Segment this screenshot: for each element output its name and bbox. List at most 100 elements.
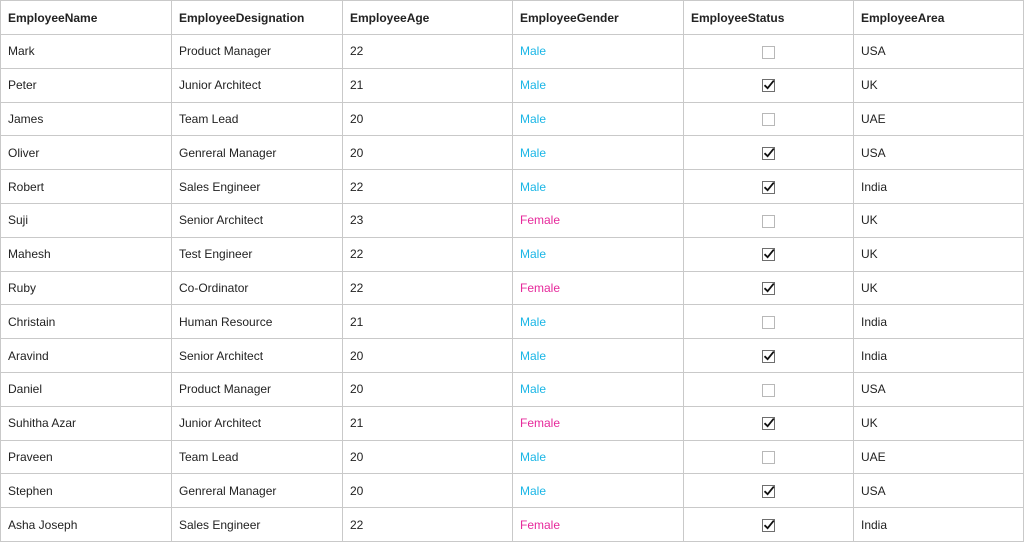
column-header-employee-name[interactable]: EmployeeName	[0, 0, 172, 35]
cell-employee-gender[interactable]: Female	[512, 405, 684, 441]
cell-employee-name[interactable]: Daniel	[0, 371, 172, 407]
table-row[interactable]: Suhitha Azar Junior Architect 21 Female UK	[0, 405, 1024, 441]
cell-employee-designation[interactable]: Human Resource	[171, 304, 343, 340]
cell-employee-name[interactable]: Stephen	[0, 473, 172, 509]
cell-employee-gender[interactable]: Male	[512, 236, 684, 272]
cell-employee-gender[interactable]: Male	[512, 169, 684, 204]
cell-employee-designation[interactable]: Senior Architect	[171, 338, 343, 373]
cell-employee-gender[interactable]: Male	[512, 101, 684, 137]
cell-employee-gender[interactable]: Female	[512, 202, 684, 238]
cell-employee-area[interactable]: UK	[853, 202, 1024, 238]
cell-employee-designation[interactable]: Sales Engineer	[171, 507, 343, 542]
cell-employee-designation[interactable]: Sales Engineer	[171, 169, 343, 204]
cell-employee-designation[interactable]: Genreral Manager	[171, 135, 343, 171]
table-row[interactable]: Oliver Genreral Manager 20 Male USA	[0, 135, 1024, 171]
employee-status-checkbox[interactable]	[762, 383, 775, 397]
cell-employee-age[interactable]: 23	[342, 202, 513, 238]
cell-employee-name[interactable]: Aravind	[0, 338, 172, 373]
cell-employee-age[interactable]: 22	[342, 236, 513, 272]
table-row[interactable]: Mark Product Manager 22 Male USA	[0, 34, 1024, 69]
employee-status-checkbox[interactable]	[762, 248, 775, 262]
cell-employee-age[interactable]: 20	[342, 101, 513, 137]
cell-employee-gender[interactable]: Male	[512, 371, 684, 407]
employee-status-checkbox[interactable]	[762, 484, 775, 498]
cell-employee-status[interactable]	[683, 338, 854, 373]
table-row[interactable]: Praveen Team Lead 20 Male UAE	[0, 439, 1024, 475]
column-header-employee-designation[interactable]: EmployeeDesignation	[171, 0, 343, 35]
cell-employee-name[interactable]: Mahesh	[0, 236, 172, 272]
cell-employee-area[interactable]: USA	[853, 371, 1024, 407]
cell-employee-name[interactable]: Peter	[0, 67, 172, 103]
cell-employee-name[interactable]: Praveen	[0, 439, 172, 475]
cell-employee-status[interactable]	[683, 439, 854, 475]
cell-employee-designation[interactable]: Junior Architect	[171, 67, 343, 103]
employee-status-checkbox[interactable]	[762, 349, 775, 363]
cell-employee-status[interactable]	[683, 371, 854, 407]
employee-status-checkbox[interactable]	[762, 315, 775, 329]
table-row[interactable]: Christain Human Resource 21 Male India	[0, 304, 1024, 340]
cell-employee-status[interactable]	[683, 135, 854, 171]
cell-employee-status[interactable]	[683, 169, 854, 204]
cell-employee-gender[interactable]: Male	[512, 473, 684, 509]
cell-employee-designation[interactable]: Test Engineer	[171, 236, 343, 272]
cell-employee-status[interactable]	[683, 270, 854, 306]
cell-employee-status[interactable]	[683, 67, 854, 103]
cell-employee-gender[interactable]: Male	[512, 67, 684, 103]
table-row[interactable]: Asha Joseph Sales Engineer 22 Female India	[0, 507, 1024, 542]
cell-employee-area[interactable]: India	[853, 338, 1024, 373]
cell-employee-age[interactable]: 22	[342, 34, 513, 69]
cell-employee-gender[interactable]: Male	[512, 439, 684, 475]
cell-employee-gender[interactable]: Male	[512, 338, 684, 373]
cell-employee-status[interactable]	[683, 405, 854, 441]
cell-employee-gender[interactable]: Male	[512, 304, 684, 340]
table-row[interactable]: Peter Junior Architect 21 Male UK	[0, 67, 1024, 103]
employee-status-checkbox[interactable]	[762, 518, 775, 532]
cell-employee-status[interactable]	[683, 473, 854, 509]
table-row[interactable]: Ruby Co-Ordinator 22 Female UK	[0, 270, 1024, 306]
cell-employee-age[interactable]: 21	[342, 67, 513, 103]
cell-employee-name[interactable]: Ruby	[0, 270, 172, 306]
cell-employee-area[interactable]: UAE	[853, 101, 1024, 137]
column-header-employee-status[interactable]: EmployeeStatus	[683, 0, 854, 35]
cell-employee-gender[interactable]: Male	[512, 34, 684, 69]
employee-status-checkbox[interactable]	[762, 146, 775, 160]
cell-employee-age[interactable]: 22	[342, 169, 513, 204]
cell-employee-name[interactable]: Oliver	[0, 135, 172, 171]
cell-employee-status[interactable]	[683, 507, 854, 542]
table-row[interactable]: James Team Lead 20 Male UAE	[0, 101, 1024, 137]
cell-employee-area[interactable]: India	[853, 304, 1024, 340]
cell-employee-designation[interactable]: Team Lead	[171, 101, 343, 137]
cell-employee-area[interactable]: USA	[853, 473, 1024, 509]
cell-employee-age[interactable]: 20	[342, 439, 513, 475]
cell-employee-designation[interactable]: Product Manager	[171, 371, 343, 407]
table-row[interactable]: Aravind Senior Architect 20 Male India	[0, 338, 1024, 373]
cell-employee-designation[interactable]: Genreral Manager	[171, 473, 343, 509]
cell-employee-area[interactable]: USA	[853, 34, 1024, 69]
cell-employee-designation[interactable]: Co-Ordinator	[171, 270, 343, 306]
employee-status-checkbox[interactable]	[762, 45, 775, 59]
cell-employee-name[interactable]: Asha Joseph	[0, 507, 172, 542]
cell-employee-designation[interactable]: Senior Architect	[171, 202, 343, 238]
cell-employee-status[interactable]	[683, 34, 854, 69]
cell-employee-area[interactable]: UK	[853, 236, 1024, 272]
cell-employee-age[interactable]: 20	[342, 473, 513, 509]
cell-employee-age[interactable]: 21	[342, 304, 513, 340]
column-header-employee-area[interactable]: EmployeeArea	[853, 0, 1024, 35]
cell-employee-age[interactable]: 20	[342, 371, 513, 407]
cell-employee-name[interactable]: Suji	[0, 202, 172, 238]
employee-status-checkbox[interactable]	[762, 417, 775, 431]
cell-employee-gender[interactable]: Female	[512, 270, 684, 306]
cell-employee-status[interactable]	[683, 101, 854, 137]
employee-status-checkbox[interactable]	[762, 214, 775, 228]
cell-employee-area[interactable]: UAE	[853, 439, 1024, 475]
cell-employee-age[interactable]: 20	[342, 135, 513, 171]
employee-status-checkbox[interactable]	[762, 113, 775, 127]
cell-employee-name[interactable]: Suhitha Azar	[0, 405, 172, 441]
cell-employee-age[interactable]: 22	[342, 507, 513, 542]
employee-status-checkbox[interactable]	[762, 451, 775, 465]
table-row[interactable]: Daniel Product Manager 20 Male USA	[0, 371, 1024, 407]
cell-employee-name[interactable]: Christain	[0, 304, 172, 340]
employee-status-checkbox[interactable]	[762, 180, 775, 194]
table-row[interactable]: Mahesh Test Engineer 22 Male UK	[0, 236, 1024, 272]
cell-employee-area[interactable]: UK	[853, 67, 1024, 103]
